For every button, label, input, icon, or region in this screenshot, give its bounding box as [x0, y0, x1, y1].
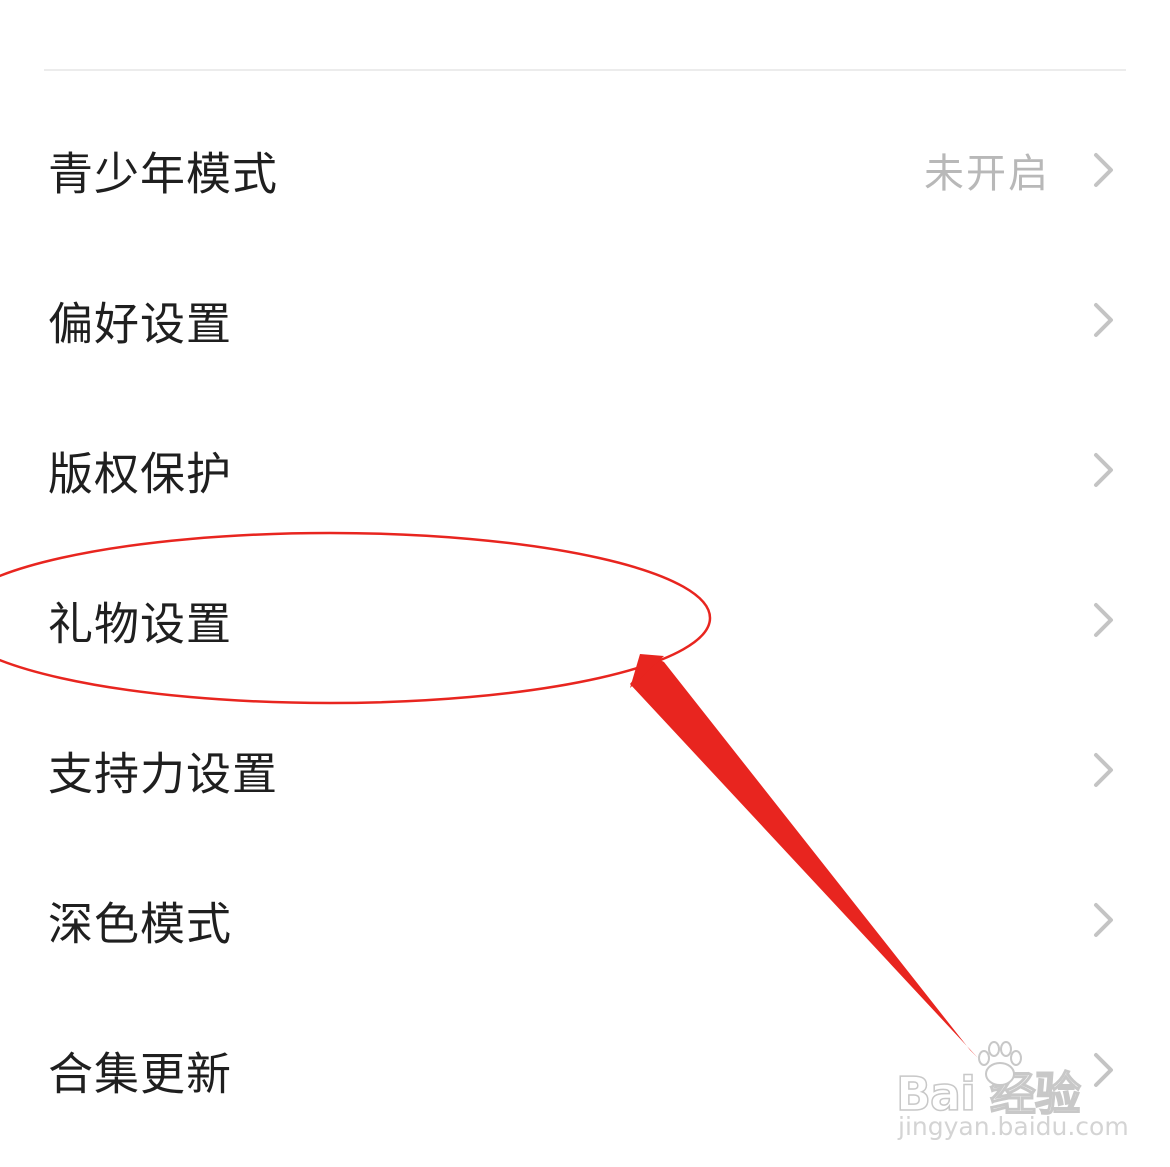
chevron-right-icon	[1094, 1053, 1113, 1087]
settings-item-gift[interactable]: 礼物设置	[0, 545, 1170, 695]
watermark-url: jingyan.baidu.com	[898, 1112, 1129, 1141]
chevron-right-icon	[1094, 903, 1113, 937]
paw-icon	[978, 1041, 1022, 1086]
settings-item-copyright[interactable]: 版权保护	[0, 395, 1170, 545]
chevron-right-icon	[1094, 153, 1113, 187]
chevron-right-icon	[1094, 753, 1113, 787]
settings-item-label: 偏好设置	[48, 297, 233, 351]
top-divider	[44, 69, 1126, 71]
settings-item-label: 礼物设置	[48, 597, 233, 651]
settings-item-value: 未开启	[924, 151, 1050, 197]
chevron-right-icon	[1094, 603, 1113, 637]
chevron-right-icon	[1094, 453, 1113, 487]
chevron-right-icon	[1094, 303, 1113, 337]
settings-item-dark-mode[interactable]: 深色模式	[0, 845, 1170, 995]
settings-item-label: 支持力设置	[48, 747, 279, 801]
settings-item-label: 青少年模式	[48, 147, 279, 201]
settings-item-youth-mode[interactable]: 青少年模式 未开启	[0, 95, 1170, 245]
settings-item-preferences[interactable]: 偏好设置	[0, 245, 1170, 395]
settings-item-support[interactable]: 支持力设置	[0, 695, 1170, 845]
settings-item-label: 版权保护	[48, 447, 233, 501]
settings-item-label: 合集更新	[48, 1047, 233, 1101]
settings-item-label: 深色模式	[48, 897, 233, 951]
